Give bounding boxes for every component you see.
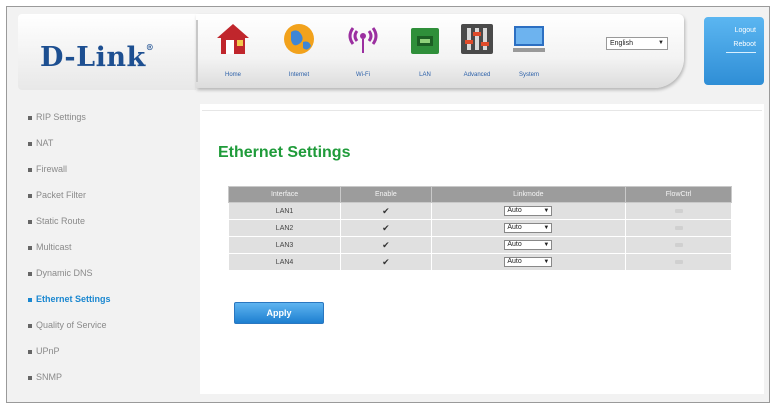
linkmode-cell: Auto ▼ <box>430 253 627 271</box>
nav-item-advanced[interactable]: Advanced <box>454 22 500 84</box>
sidebar-item-quality-of-service[interactable]: Quality of Service <box>28 318 107 332</box>
divider <box>202 110 762 111</box>
divider <box>726 52 756 53</box>
bullet-icon <box>28 323 32 328</box>
dlink-logo: D-Link® <box>40 42 155 73</box>
ethernet-settings-table: Interface Enable Linkmode FlowCtrl LAN1 … <box>227 186 732 271</box>
sidebar-item-static-route[interactable]: Static Route <box>28 214 85 228</box>
bullet-icon <box>28 193 32 198</box>
linkmode-select[interactable]: Auto ▼ <box>504 223 553 233</box>
interface-cell: LAN3 <box>227 236 342 254</box>
chevron-down-icon: ▼ <box>658 40 664 46</box>
chevron-down-icon: ▼ <box>543 242 550 248</box>
main-nav-bar: Home Internet Wi-Fi LAN Advanced System <box>196 14 684 88</box>
enable-checkbox[interactable]: ✔ <box>340 219 432 237</box>
logout-link[interactable]: Logout <box>735 27 756 34</box>
advanced-icon <box>459 22 495 56</box>
linkmode-cell: Auto ▼ <box>430 236 627 254</box>
nav-item-internet[interactable]: Internet <box>276 22 322 84</box>
nav-separator <box>196 20 198 82</box>
column-header-linkmode: Linkmode <box>430 186 627 203</box>
sidebar-item-firewall[interactable]: Firewall <box>28 162 67 176</box>
bullet-icon <box>28 245 32 250</box>
account-panel: Logout Reboot <box>704 17 764 85</box>
bullet-icon <box>28 349 32 354</box>
interface-cell: LAN2 <box>227 219 342 237</box>
linkmode-select[interactable]: Auto ▼ <box>504 240 553 250</box>
linkmode-cell: Auto ▼ <box>430 219 627 237</box>
table-row: LAN3 ✔ Auto ▼ <box>227 236 732 254</box>
table-header-row: Interface Enable Linkmode FlowCtrl <box>227 186 732 203</box>
check-icon: ✔ <box>382 239 390 250</box>
nav-item-home[interactable]: Home <box>210 22 256 84</box>
chevron-down-icon: ▼ <box>543 259 550 265</box>
check-icon: ✔ <box>382 205 390 216</box>
page-title: Ethernet Settings <box>218 144 351 161</box>
sidebar-item-ethernet-settings[interactable]: Ethernet Settings <box>28 292 111 306</box>
nav-item-system[interactable]: System <box>506 22 552 84</box>
bullet-icon <box>28 375 32 380</box>
bullet-icon <box>28 141 32 146</box>
nav-item-wifi[interactable]: Wi-Fi <box>340 22 386 84</box>
home-icon <box>215 22 251 56</box>
bullet-icon <box>28 297 32 302</box>
sidebar-item-multicast[interactable]: Multicast <box>28 240 72 254</box>
lan-icon <box>407 22 443 56</box>
checkbox-icon <box>674 242 683 247</box>
flowctrl-checkbox[interactable] <box>625 236 732 254</box>
checkbox-icon <box>674 259 683 264</box>
bullet-icon <box>28 167 32 172</box>
globe-icon <box>281 22 317 56</box>
sidebar-item-packet-filter[interactable]: Packet Filter <box>28 188 86 202</box>
chevron-down-icon: ▼ <box>543 225 550 231</box>
main-content: Ethernet Settings Interface Enable Linkm… <box>200 104 764 394</box>
wifi-icon <box>345 22 381 56</box>
nav-item-lan[interactable]: LAN <box>402 22 448 84</box>
column-header-enable: Enable <box>340 186 432 203</box>
check-icon: ✔ <box>382 222 390 233</box>
bullet-icon <box>28 115 32 120</box>
enable-checkbox[interactable]: ✔ <box>340 236 432 254</box>
linkmode-select[interactable]: Auto ▼ <box>504 206 553 216</box>
language-select[interactable]: English ▼ <box>606 37 668 50</box>
logo-panel: D-Link® <box>18 14 196 90</box>
table-row: LAN2 ✔ Auto ▼ <box>227 219 732 237</box>
check-icon: ✔ <box>382 256 390 267</box>
sidebar-item-rip-settings[interactable]: RIP Settings <box>28 110 86 124</box>
flowctrl-checkbox[interactable] <box>625 202 732 220</box>
column-header-flowctrl: FlowCtrl <box>625 186 732 203</box>
sidebar-item-dynamic-dns[interactable]: Dynamic DNS <box>28 266 93 280</box>
column-header-interface: Interface <box>227 186 342 203</box>
interface-cell: LAN4 <box>227 253 342 271</box>
apply-button[interactable]: Apply <box>234 302 324 324</box>
linkmode-select[interactable]: Auto ▼ <box>504 257 553 267</box>
system-icon <box>511 22 547 56</box>
table-row: LAN1 ✔ Auto ▼ <box>227 202 732 220</box>
table-row: LAN4 ✔ Auto ▼ <box>227 253 732 271</box>
linkmode-cell: Auto ▼ <box>430 202 627 220</box>
chevron-down-icon: ▼ <box>543 208 550 214</box>
sidebar-item-nat[interactable]: NAT <box>28 136 53 150</box>
checkbox-icon <box>674 225 683 230</box>
bullet-icon <box>28 219 32 224</box>
flowctrl-checkbox[interactable] <box>625 253 732 271</box>
bullet-icon <box>28 271 32 276</box>
enable-checkbox[interactable]: ✔ <box>340 253 432 271</box>
interface-cell: LAN1 <box>227 202 342 220</box>
sidebar-item-upnp[interactable]: UPnP <box>28 344 60 358</box>
flowctrl-checkbox[interactable] <box>625 219 732 237</box>
reboot-link[interactable]: Reboot <box>733 41 756 48</box>
sidebar-item-snmp[interactable]: SNMP <box>28 370 62 384</box>
enable-checkbox[interactable]: ✔ <box>340 202 432 220</box>
checkbox-icon <box>674 208 683 213</box>
advanced-sidebar: RIP Settings NAT Firewall Packet Filter … <box>18 104 196 394</box>
